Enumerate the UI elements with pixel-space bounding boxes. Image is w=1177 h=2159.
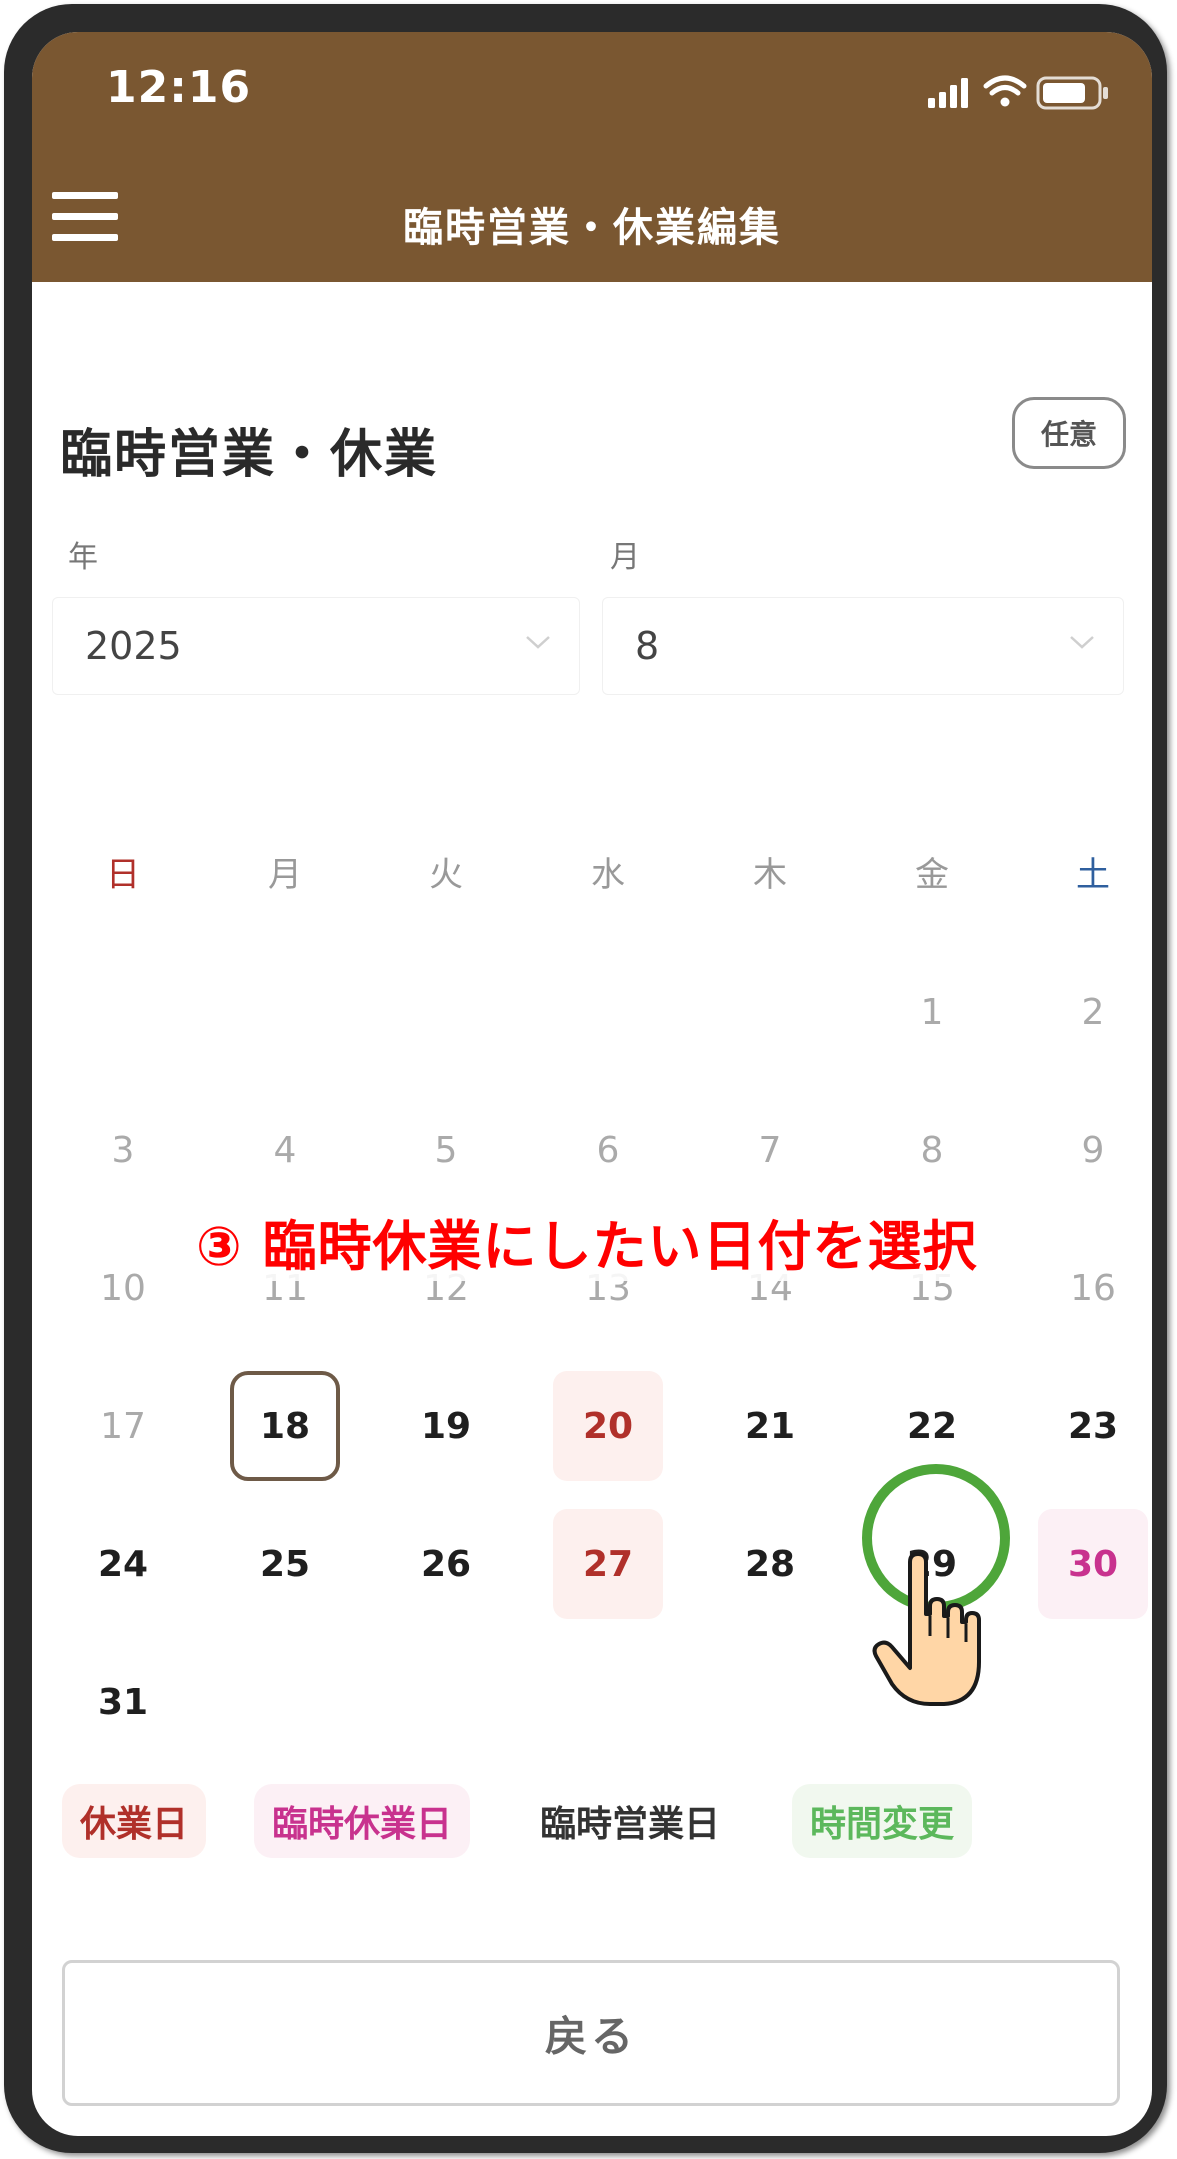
calendar-day[interactable]: 28	[715, 1509, 825, 1619]
calendar-day[interactable]: 21	[715, 1371, 825, 1481]
month-label: 月	[610, 540, 640, 575]
status-time: 12:16	[106, 62, 252, 113]
header-title: 臨時営業・休業編集	[403, 205, 781, 251]
calendar-day-today[interactable]: 18	[230, 1371, 340, 1481]
weekday-sun: 日	[106, 855, 140, 895]
legend-time-change: 時間変更	[792, 1784, 973, 1858]
chevron-down-icon	[526, 636, 550, 649]
calendar-day: 5	[434, 1129, 458, 1171]
year-value: 2025	[85, 624, 182, 668]
year-select[interactable]: 2025	[52, 597, 580, 695]
status-icons	[928, 72, 1118, 116]
calendar-day: 16	[1070, 1267, 1116, 1309]
app-screen: 12:16 臨時営業・休業編集 臨時営業・休業 任意 年 月 2025 8 日 …	[32, 32, 1152, 2136]
calendar-day[interactable]: 26	[391, 1509, 501, 1619]
calendar-day[interactable]: 31	[68, 1647, 178, 1757]
year-label: 年	[68, 540, 98, 575]
calendar-day: 1	[920, 991, 944, 1033]
back-button[interactable]: 戻る	[62, 1960, 1120, 2106]
weekday-thu: 木	[753, 855, 787, 895]
calendar-day: 6	[596, 1129, 620, 1171]
calendar-day: 2	[1081, 991, 1105, 1033]
signal-wifi-battery-icon	[928, 75, 1108, 110]
weekday-mon: 月	[268, 855, 302, 895]
legend-temp-open: 臨時営業日	[522, 1784, 739, 1858]
optional-badge: 任意	[1012, 397, 1126, 469]
calendar-day: 10	[100, 1267, 146, 1309]
calendar-day: 8	[920, 1129, 944, 1171]
calendar-day: 9	[1081, 1129, 1105, 1171]
calendar-day-holiday[interactable]: 27	[553, 1509, 663, 1619]
phone-frame: 12:16 臨時営業・休業編集 臨時営業・休業 任意 年 月 2025 8 日 …	[4, 4, 1167, 2153]
calendar-day[interactable]: 23	[1038, 1371, 1148, 1481]
calendar-day: 7	[758, 1129, 782, 1171]
pointing-hand-icon	[872, 1552, 981, 1706]
chevron-down-icon	[1070, 636, 1094, 649]
calendar-day-holiday[interactable]: 20	[553, 1371, 663, 1481]
calendar-day[interactable]: 19	[391, 1371, 501, 1481]
calendar-day[interactable]: 25	[230, 1509, 340, 1619]
legend-temp-holiday: 臨時休業日	[254, 1784, 471, 1858]
weekday-fri: 金	[915, 855, 949, 895]
instruction-annotation: ③ 臨時休業にしたい日付を選択	[190, 1202, 984, 1281]
calendar-day: 17	[100, 1405, 146, 1447]
weekday-sat: 土	[1076, 855, 1110, 895]
calendar-day: 4	[273, 1129, 297, 1171]
month-select[interactable]: 8	[602, 597, 1124, 695]
legend-holiday: 休業日	[62, 1784, 207, 1858]
calendar-day: 3	[111, 1129, 135, 1171]
month-value: 8	[635, 624, 660, 668]
weekday-wed: 水	[591, 855, 625, 895]
section-title: 臨時営業・休業	[60, 425, 439, 485]
weekday-tue: 火	[429, 855, 463, 895]
app-header: 12:16 臨時営業・休業編集	[32, 32, 1152, 282]
calendar-day[interactable]: 24	[68, 1509, 178, 1619]
calendar-day-temp-holiday[interactable]: 30	[1038, 1509, 1148, 1619]
